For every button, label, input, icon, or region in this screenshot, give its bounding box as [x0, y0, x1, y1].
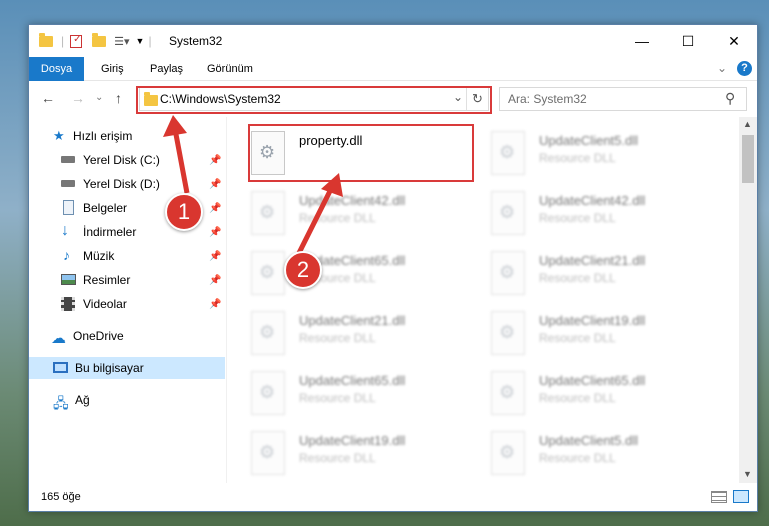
step-2-badge: 2	[284, 251, 322, 289]
annotation-arrows	[163, 115, 343, 255]
step-1-badge: 1	[165, 193, 203, 231]
arrow-2	[296, 173, 343, 255]
arrow-1	[163, 115, 190, 194]
explorer-window: | ✓ ☰▾ ▼ | System32 — ☐ ✕ Dosya Giriş Pa…	[28, 24, 758, 512]
